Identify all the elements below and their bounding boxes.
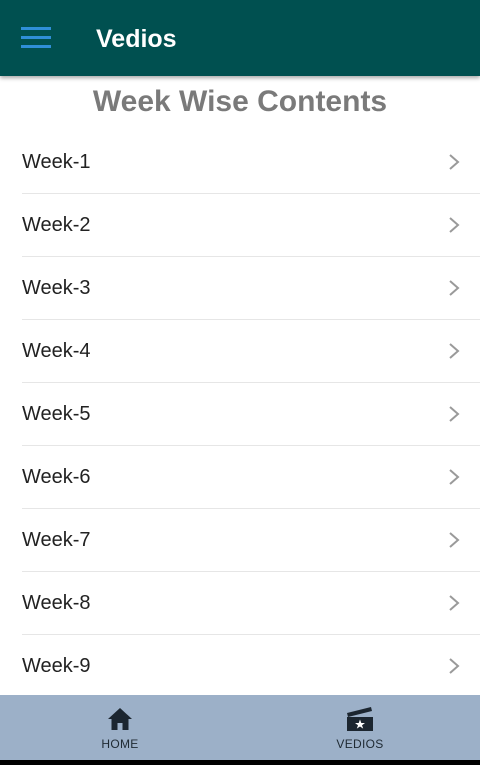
week-label: Week-4 xyxy=(22,340,91,362)
chevron-right-icon xyxy=(449,595,460,611)
list-item-week-7[interactable]: Week-7 xyxy=(22,509,480,572)
hamburger-menu-icon xyxy=(21,27,51,48)
week-list: Week-1 Week-2 Week-3 Week-4 Week-5 Week-… xyxy=(0,131,480,695)
chevron-right-icon xyxy=(449,217,460,233)
list-item-week-1[interactable]: Week-1 xyxy=(22,131,480,194)
chevron-right-icon xyxy=(449,343,460,359)
menu-button[interactable] xyxy=(12,20,60,56)
list-item-week-9[interactable]: Week-9 xyxy=(22,635,480,695)
video-clapper-icon xyxy=(346,706,374,732)
chevron-right-icon xyxy=(449,406,460,422)
app-screen: Vedios Week Wise Contents Week-1 Week-2 … xyxy=(0,0,480,765)
chevron-right-icon xyxy=(449,532,460,548)
chevron-right-icon xyxy=(449,658,460,674)
tab-home[interactable]: HOME xyxy=(0,695,240,760)
home-icon xyxy=(106,706,134,732)
tab-vedios-label: VEDIOS xyxy=(336,737,384,751)
list-item-week-2[interactable]: Week-2 xyxy=(22,194,480,257)
tab-vedios[interactable]: VEDIOS xyxy=(240,695,480,760)
week-label: Week-2 xyxy=(22,214,91,236)
bottom-navigation: HOME VEDIOS xyxy=(0,695,480,760)
app-title: Vedios xyxy=(96,25,177,53)
chevron-right-icon xyxy=(449,280,460,296)
week-label: Week-9 xyxy=(22,655,91,677)
week-label: Week-7 xyxy=(22,529,91,551)
week-label: Week-1 xyxy=(22,151,91,173)
week-label: Week-3 xyxy=(22,277,91,299)
list-item-week-4[interactable]: Week-4 xyxy=(22,320,480,383)
app-bar: Vedios xyxy=(0,0,480,76)
list-item-week-8[interactable]: Week-8 xyxy=(22,572,480,635)
system-nav-strip xyxy=(0,760,480,765)
week-label: Week-8 xyxy=(22,592,91,614)
list-item-week-6[interactable]: Week-6 xyxy=(22,446,480,509)
week-label: Week-5 xyxy=(22,403,91,425)
week-label: Week-6 xyxy=(22,466,91,488)
page-title: Week Wise Contents xyxy=(92,85,388,118)
tab-home-label: HOME xyxy=(101,737,139,751)
list-item-week-5[interactable]: Week-5 xyxy=(22,383,480,446)
chevron-right-icon xyxy=(449,469,460,485)
list-item-week-3[interactable]: Week-3 xyxy=(22,257,480,320)
chevron-right-icon xyxy=(449,154,460,170)
